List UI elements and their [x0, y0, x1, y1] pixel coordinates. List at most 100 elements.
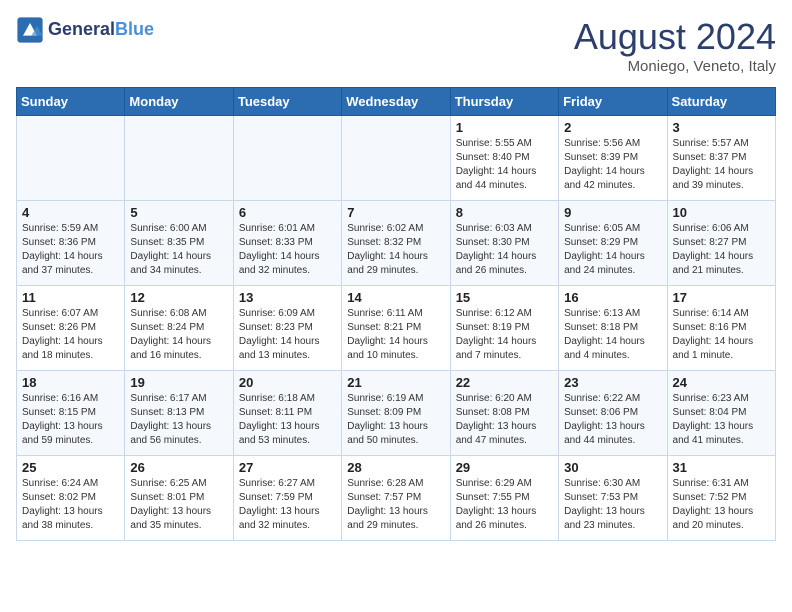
calendar-cell: 11Sunrise: 6:07 AM Sunset: 8:26 PM Dayli…	[17, 286, 125, 371]
calendar-cell: 1 Sunrise: 5:55 AM Sunset: 8:40 PM Daylig…	[450, 116, 558, 201]
day-number: 26	[130, 460, 227, 475]
day-number: 22	[456, 375, 553, 390]
header-row: SundayMondayTuesdayWednesdayThursdayFrid…	[17, 88, 776, 116]
day-number: 8	[456, 205, 553, 220]
day-number: 6	[239, 205, 336, 220]
day-info: Sunrise: 5:56 AM Sunset: 8:39 PM Dayligh…	[564, 137, 661, 193]
day-number: 20	[239, 375, 336, 390]
calendar-cell: 7Sunrise: 6:02 AM Sunset: 8:32 PM Daylig…	[342, 201, 450, 286]
day-info: Sunrise: 6:08 AM Sunset: 8:24 PM Dayligh…	[130, 307, 227, 363]
calendar-cell: 14Sunrise: 6:11 AM Sunset: 8:21 PM Dayli…	[342, 286, 450, 371]
calendar-cell: 20 Sunrise: 6:18 AM Sunset: 8:11 PM Dayli…	[233, 371, 341, 456]
calendar-cell: 24 Sunrise: 6:23 AM Sunset: 8:04 PM Dayli…	[667, 371, 775, 456]
week-row-2: 4 Sunrise: 5:59 AM Sunset: 8:36 PM Daylig…	[17, 201, 776, 286]
day-info: Sunrise: 6:24 AM Sunset: 8:02 PM Dayligh…	[22, 477, 119, 533]
calendar-cell: 23 Sunrise: 6:22 AM Sunset: 8:06 PM Dayli…	[559, 371, 667, 456]
day-number: 28	[347, 460, 444, 475]
day-info: Sunrise: 6:27 AM Sunset: 7:59 PM Dayligh…	[239, 477, 336, 533]
day-info: Sunrise: 6:18 AM Sunset: 8:11 PM Dayligh…	[239, 392, 336, 448]
day-info: Sunrise: 6:11 AM Sunset: 8:21 PM Dayligh…	[347, 307, 444, 363]
calendar-cell: 22 Sunrise: 6:20 AM Sunset: 8:08 PM Dayli…	[450, 371, 558, 456]
calendar-cell: 29 Sunrise: 6:29 AM Sunset: 7:55 PM Dayli…	[450, 456, 558, 541]
logo-text: GeneralBlue	[48, 20, 154, 40]
calendar-cell	[233, 116, 341, 201]
col-header-tuesday: Tuesday	[233, 88, 341, 116]
col-header-wednesday: Wednesday	[342, 88, 450, 116]
day-info: Sunrise: 6:03 AM Sunset: 8:30 PM Dayligh…	[456, 222, 553, 278]
month-year: August 2024	[574, 16, 776, 58]
col-header-friday: Friday	[559, 88, 667, 116]
day-info: Sunrise: 6:12 AM Sunset: 8:19 PM Dayligh…	[456, 307, 553, 363]
calendar-cell: 10 Sunrise: 6:06 AM Sunset: 8:27 PM Dayli…	[667, 201, 775, 286]
logo: GeneralBlue	[16, 16, 154, 44]
calendar-cell	[17, 116, 125, 201]
day-info: Sunrise: 6:22 AM Sunset: 8:06 PM Dayligh…	[564, 392, 661, 448]
calendar-cell: 16Sunrise: 6:13 AM Sunset: 8:18 PM Dayli…	[559, 286, 667, 371]
day-info: Sunrise: 6:06 AM Sunset: 8:27 PM Dayligh…	[673, 222, 770, 278]
day-number: 5	[130, 205, 227, 220]
day-info: Sunrise: 6:07 AM Sunset: 8:26 PM Dayligh…	[22, 307, 119, 363]
day-number: 30	[564, 460, 661, 475]
col-header-saturday: Saturday	[667, 88, 775, 116]
calendar-cell: 6Sunrise: 6:01 AM Sunset: 8:33 PM Daylig…	[233, 201, 341, 286]
day-number: 19	[130, 375, 227, 390]
calendar-cell: 28 Sunrise: 6:28 AM Sunset: 7:57 PM Dayli…	[342, 456, 450, 541]
day-number: 2	[564, 120, 661, 135]
col-header-thursday: Thursday	[450, 88, 558, 116]
day-info: Sunrise: 6:28 AM Sunset: 7:57 PM Dayligh…	[347, 477, 444, 533]
day-info: Sunrise: 6:20 AM Sunset: 8:08 PM Dayligh…	[456, 392, 553, 448]
week-row-3: 11Sunrise: 6:07 AM Sunset: 8:26 PM Dayli…	[17, 286, 776, 371]
calendar-cell: 30 Sunrise: 6:30 AM Sunset: 7:53 PM Dayli…	[559, 456, 667, 541]
day-number: 29	[456, 460, 553, 475]
calendar-cell: 3 Sunrise: 5:57 AM Sunset: 8:37 PM Daylig…	[667, 116, 775, 201]
day-info: Sunrise: 6:17 AM Sunset: 8:13 PM Dayligh…	[130, 392, 227, 448]
day-info: Sunrise: 6:29 AM Sunset: 7:55 PM Dayligh…	[456, 477, 553, 533]
calendar-cell: 12 Sunrise: 6:08 AM Sunset: 8:24 PM Dayli…	[125, 286, 233, 371]
day-info: Sunrise: 5:55 AM Sunset: 8:40 PM Dayligh…	[456, 137, 553, 193]
day-number: 24	[673, 375, 770, 390]
calendar-cell: 17 Sunrise: 6:14 AM Sunset: 8:16 PM Dayli…	[667, 286, 775, 371]
day-number: 4	[22, 205, 119, 220]
calendar-cell: 21 Sunrise: 6:19 AM Sunset: 8:09 PM Dayli…	[342, 371, 450, 456]
week-row-4: 18 Sunrise: 6:16 AM Sunset: 8:15 PM Dayli…	[17, 371, 776, 456]
day-number: 31	[673, 460, 770, 475]
calendar-table: SundayMondayTuesdayWednesdayThursdayFrid…	[16, 87, 776, 541]
title-block: August 2024 Moniego, Veneto, Italy	[574, 16, 776, 75]
day-info: Sunrise: 5:59 AM Sunset: 8:36 PM Dayligh…	[22, 222, 119, 278]
day-number: 12	[130, 290, 227, 305]
day-info: Sunrise: 6:09 AM Sunset: 8:23 PM Dayligh…	[239, 307, 336, 363]
calendar-cell: 25Sunrise: 6:24 AM Sunset: 8:02 PM Dayli…	[17, 456, 125, 541]
calendar-cell	[125, 116, 233, 201]
week-row-1: 1 Sunrise: 5:55 AM Sunset: 8:40 PM Daylig…	[17, 116, 776, 201]
day-info: Sunrise: 6:23 AM Sunset: 8:04 PM Dayligh…	[673, 392, 770, 448]
day-info: Sunrise: 5:57 AM Sunset: 8:37 PM Dayligh…	[673, 137, 770, 193]
calendar-cell: 19 Sunrise: 6:17 AM Sunset: 8:13 PM Dayli…	[125, 371, 233, 456]
day-info: Sunrise: 6:00 AM Sunset: 8:35 PM Dayligh…	[130, 222, 227, 278]
day-info: Sunrise: 6:25 AM Sunset: 8:01 PM Dayligh…	[130, 477, 227, 533]
day-info: Sunrise: 6:14 AM Sunset: 8:16 PM Dayligh…	[673, 307, 770, 363]
calendar-cell: 2 Sunrise: 5:56 AM Sunset: 8:39 PM Daylig…	[559, 116, 667, 201]
day-number: 10	[673, 205, 770, 220]
day-number: 15	[456, 290, 553, 305]
day-number: 23	[564, 375, 661, 390]
day-number: 17	[673, 290, 770, 305]
day-info: Sunrise: 6:31 AM Sunset: 7:52 PM Dayligh…	[673, 477, 770, 533]
day-number: 3	[673, 120, 770, 135]
day-number: 18	[22, 375, 119, 390]
page-header: GeneralBlue August 2024 Moniego, Veneto,…	[16, 16, 776, 75]
calendar-cell: 13 Sunrise: 6:09 AM Sunset: 8:23 PM Dayli…	[233, 286, 341, 371]
day-info: Sunrise: 6:19 AM Sunset: 8:09 PM Dayligh…	[347, 392, 444, 448]
day-info: Sunrise: 6:16 AM Sunset: 8:15 PM Dayligh…	[22, 392, 119, 448]
day-info: Sunrise: 6:13 AM Sunset: 8:18 PM Dayligh…	[564, 307, 661, 363]
day-number: 13	[239, 290, 336, 305]
calendar-cell: 18 Sunrise: 6:16 AM Sunset: 8:15 PM Dayli…	[17, 371, 125, 456]
day-info: Sunrise: 6:30 AM Sunset: 7:53 PM Dayligh…	[564, 477, 661, 533]
day-number: 9	[564, 205, 661, 220]
calendar-cell: 5 Sunrise: 6:00 AM Sunset: 8:35 PM Daylig…	[125, 201, 233, 286]
calendar-cell: 31 Sunrise: 6:31 AM Sunset: 7:52 PM Dayli…	[667, 456, 775, 541]
day-number: 1	[456, 120, 553, 135]
calendar-cell: 15 Sunrise: 6:12 AM Sunset: 8:19 PM Dayli…	[450, 286, 558, 371]
day-number: 21	[347, 375, 444, 390]
calendar-cell: 9Sunrise: 6:05 AM Sunset: 8:29 PM Daylig…	[559, 201, 667, 286]
week-row-5: 25Sunrise: 6:24 AM Sunset: 8:02 PM Dayli…	[17, 456, 776, 541]
